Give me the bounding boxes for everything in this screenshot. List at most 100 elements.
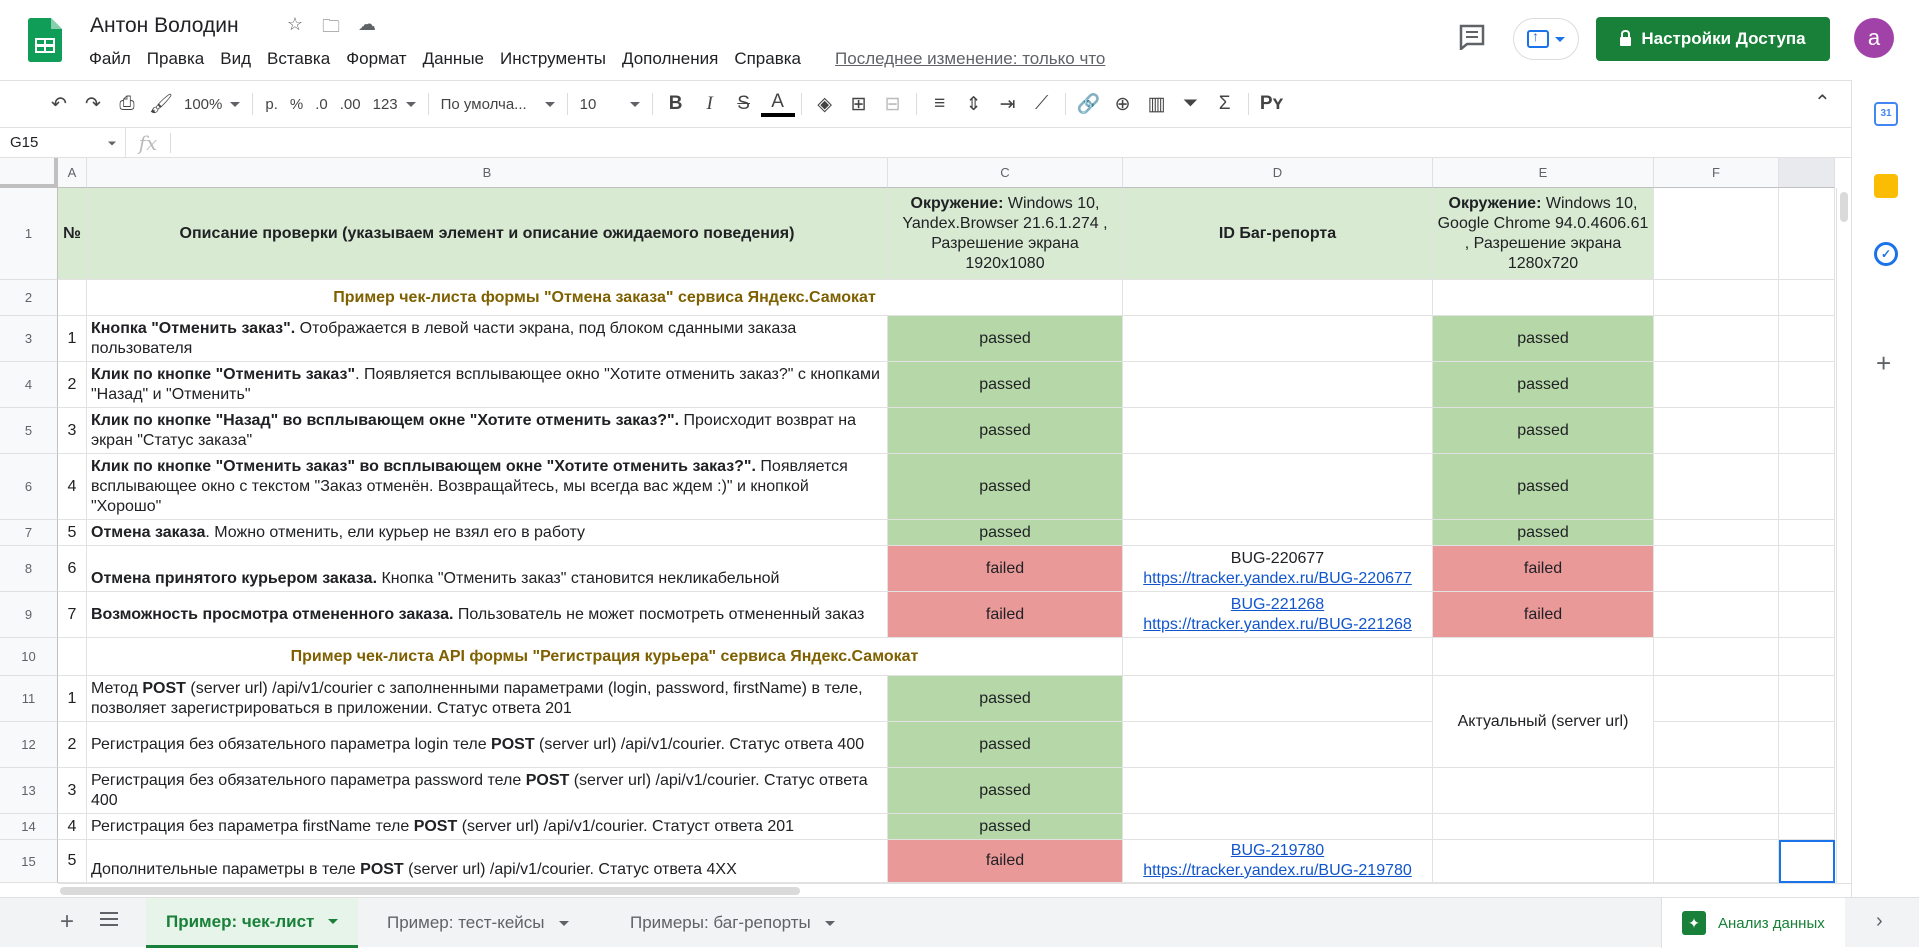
cell-e[interactable] — [1433, 814, 1654, 840]
cell-f1[interactable] — [1654, 188, 1779, 280]
section-title-courier-api[interactable]: Пример чек-листа API формы "Регистрация … — [87, 638, 1123, 676]
cell-f[interactable] — [1654, 592, 1779, 638]
menu-data[interactable]: Данные — [415, 49, 492, 69]
zoom-select[interactable]: 100% — [178, 88, 246, 120]
text-rotation-icon[interactable]: ⟋ — [1025, 88, 1059, 120]
check-num[interactable]: 7 — [58, 592, 87, 638]
chevron-right-icon[interactable]: › — [1876, 910, 1883, 933]
status-failed[interactable]: failed — [1433, 546, 1654, 592]
status-passed[interactable]: passed — [888, 454, 1123, 520]
bug-id-link[interactable]: BUG-221268 — [1231, 595, 1324, 615]
status-passed[interactable]: passed — [888, 362, 1123, 408]
calendar-icon[interactable]: 31 — [1874, 102, 1898, 126]
chevron-down-icon[interactable] — [328, 919, 339, 924]
status-failed[interactable]: failed — [888, 592, 1123, 638]
italic-icon[interactable]: I — [693, 88, 727, 120]
check-num[interactable]: 3 — [58, 408, 87, 454]
star-icon[interactable]: ☆ — [284, 14, 306, 44]
check-num[interactable]: 1 — [58, 316, 87, 362]
header-desc-cell[interactable]: Описание проверки (указываем элемент и о… — [87, 188, 888, 280]
tasks-icon[interactable]: ✓ — [1874, 242, 1898, 266]
cell-f[interactable] — [1654, 520, 1779, 546]
api-check-desc[interactable]: Метод POST (server url) /api/v1/courier … — [87, 676, 888, 722]
cell-g[interactable] — [1779, 722, 1835, 768]
font-size-select[interactable]: 10 — [574, 88, 646, 120]
status-passed[interactable]: passed — [888, 768, 1123, 814]
row-header-4[interactable]: 4 — [0, 362, 58, 408]
bug-link[interactable]: https://tracker.yandex.ru/BUG-221268 — [1143, 615, 1412, 635]
row-header-9[interactable]: 9 — [0, 592, 58, 638]
column-header-e[interactable]: E — [1433, 158, 1654, 188]
cell-g2[interactable] — [1779, 280, 1835, 316]
check-num[interactable]: 5 — [58, 520, 87, 546]
menu-view[interactable]: Вид — [212, 49, 259, 69]
cell-f[interactable] — [1654, 454, 1779, 520]
row-header-8[interactable]: 8 — [0, 546, 58, 592]
menu-help[interactable]: Справка — [726, 49, 809, 69]
check-num[interactable]: 4 — [58, 454, 87, 520]
bug-cell[interactable] — [1123, 316, 1433, 362]
section-title-cancel-order[interactable]: Пример чек-листа формы "Отмена заказа" с… — [87, 280, 1123, 316]
status-passed[interactable]: passed — [888, 814, 1123, 840]
more-formats-select[interactable]: 123 — [367, 88, 422, 120]
sheet-tab-bug-reports[interactable]: Примеры: баг-репорты — [610, 898, 855, 948]
cell-g[interactable] — [1779, 768, 1835, 814]
cell-g[interactable] — [1779, 592, 1835, 638]
bug-cell[interactable]: BUG-220677 https://tracker.yandex.ru/BUG… — [1123, 546, 1433, 592]
menu-file[interactable]: Файл — [89, 49, 139, 69]
horizontal-align-icon[interactable]: ≡ — [923, 88, 957, 120]
status-passed[interactable]: passed — [888, 722, 1123, 768]
cell-f2[interactable] — [1654, 280, 1779, 316]
horizontal-scrollbar[interactable] — [58, 883, 1851, 897]
name-box[interactable]: G15 — [0, 127, 126, 158]
chevron-down-icon[interactable] — [558, 920, 569, 926]
decrease-decimal-button[interactable]: .0 — [309, 88, 334, 120]
sheet-tab-test-cases[interactable]: Пример: тест-кейсы — [367, 898, 589, 948]
cell-g[interactable] — [1779, 454, 1835, 520]
bug-cell[interactable] — [1123, 768, 1433, 814]
column-header-b[interactable]: B — [87, 158, 888, 188]
status-passed[interactable]: passed — [888, 408, 1123, 454]
text-color-icon[interactable]: A — [760, 91, 795, 117]
check-desc[interactable]: Кнопка "Отменить заказ". Отображается в … — [87, 316, 888, 362]
status-passed[interactable]: passed — [1433, 454, 1654, 520]
bug-id-link[interactable]: BUG-219780 — [1231, 841, 1324, 861]
api-check-desc[interactable]: Дополнительные параметры в теле POST (se… — [87, 840, 888, 883]
check-desc[interactable]: Возможность просмотра отмененного заказа… — [87, 592, 888, 638]
cell-g[interactable] — [1779, 814, 1835, 840]
menu-edit[interactable]: Правка — [139, 49, 212, 69]
cell-g[interactable] — [1779, 520, 1835, 546]
row-header-13[interactable]: 13 — [0, 768, 58, 814]
bug-cell[interactable] — [1123, 520, 1433, 546]
bug-cell[interactable]: BUG-219780 https://tracker.yandex.ru/BUG… — [1123, 840, 1433, 883]
print-icon[interactable]: ⎙ — [110, 88, 144, 120]
status-passed[interactable]: passed — [1433, 408, 1654, 454]
bug-link[interactable]: https://tracker.yandex.ru/BUG-219780 — [1143, 861, 1412, 881]
api-check-num[interactable]: 1 — [58, 676, 87, 722]
collapse-menu-icon[interactable]: ⌃ — [1814, 90, 1831, 115]
api-check-num[interactable]: 4 — [58, 814, 87, 840]
header-bug-cell[interactable]: ID Баг-репорта — [1123, 188, 1433, 280]
cell-g1[interactable] — [1779, 188, 1835, 280]
redo-icon[interactable]: ↷ — [76, 88, 110, 120]
chevron-down-icon[interactable] — [824, 920, 835, 926]
keep-icon[interactable] — [1874, 174, 1898, 198]
bug-cell[interactable] — [1123, 814, 1433, 840]
cell-e2[interactable] — [1433, 280, 1654, 316]
functions-icon[interactable]: Σ — [1208, 88, 1242, 120]
cell-a2[interactable] — [58, 280, 87, 316]
select-all-corner[interactable] — [0, 158, 58, 188]
row-header-10[interactable]: 10 — [0, 638, 58, 676]
borders-icon[interactable]: ⊞ — [842, 88, 876, 120]
cell-f[interactable] — [1654, 316, 1779, 362]
column-header-f[interactable]: F — [1654, 158, 1779, 188]
cell-e[interactable] — [1433, 768, 1654, 814]
currency-format-button[interactable]: р. — [259, 88, 284, 120]
cell-f10[interactable] — [1654, 638, 1779, 676]
insert-link-icon[interactable]: 🔗 — [1072, 88, 1106, 120]
api-env-merged-cell[interactable]: Актуальный (server url) — [1433, 676, 1654, 768]
bug-cell[interactable] — [1123, 408, 1433, 454]
filter-icon[interactable]: ⏷ — [1174, 88, 1208, 120]
paint-format-icon[interactable]: 🖌 — [144, 88, 178, 120]
column-header-a[interactable]: A — [58, 158, 87, 188]
